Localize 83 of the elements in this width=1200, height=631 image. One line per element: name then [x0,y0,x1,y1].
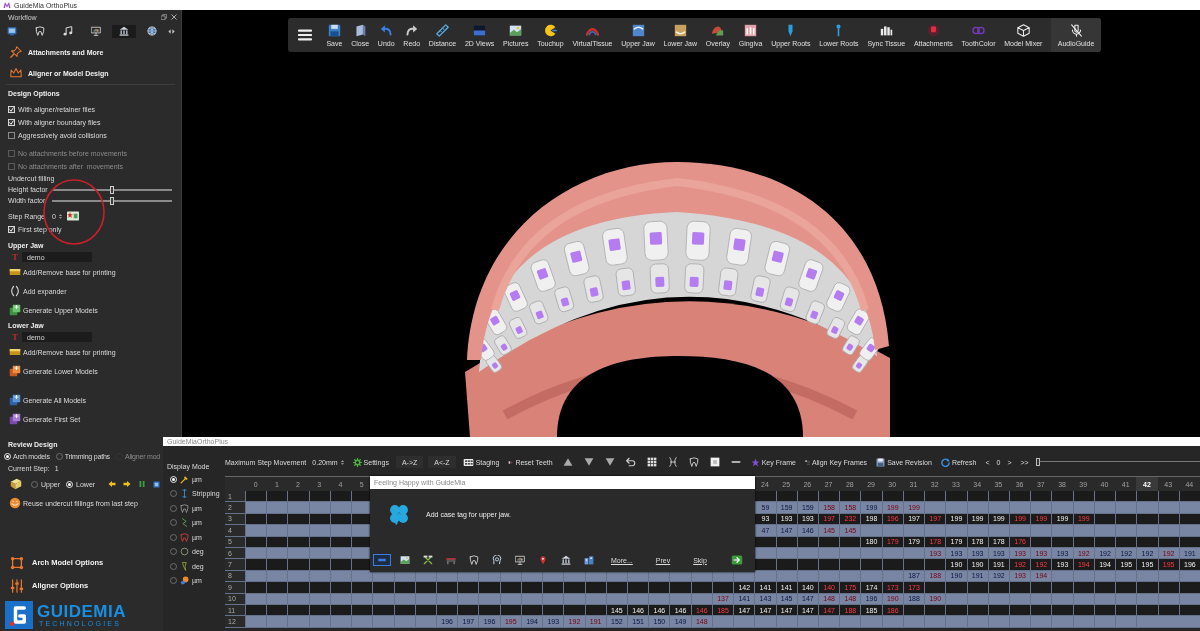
model-tiles-icon [9,304,21,316]
model-tiles-icon [9,394,21,406]
bank-building-icon [119,26,129,36]
undo-icon [379,23,393,37]
dental-model-drawing[interactable] [465,160,890,437]
left-arrow-icon[interactable] [108,480,117,488]
workflow-tab[interactable] [112,24,136,38]
menu-icon [298,28,312,42]
folded-panel-icon [353,23,367,37]
hammer-icon [180,474,189,484]
tooth-icon [180,532,189,542]
tooth-icon [180,503,189,513]
tile-icon[interactable] [153,480,161,488]
model-tiles-icon [9,365,21,377]
frame-icon [10,555,24,570]
zigzag-icon [180,518,189,528]
split-panel-icon [473,23,487,37]
slider-thumb[interactable] [110,185,114,194]
music-note-icon [63,26,73,36]
scroll-arrows-icon[interactable] [168,27,175,35]
slider-thumb[interactable] [110,196,114,205]
timeline-slider-thumb[interactable] [1035,458,1040,466]
smiley-disc-icon [9,497,21,509]
spinner-arrows-icon [339,459,345,465]
tooth-icon [35,26,45,36]
pushpin-icon [10,46,22,58]
up-triangle-icon [562,457,573,467]
block-dot-icon [508,459,514,465]
book-icon[interactable] [10,478,22,490]
logo-wordmark: GUIDEMIA [37,602,126,620]
muted-microphone-icon [1069,23,1083,37]
bars-tile-icon [744,23,758,37]
split-icon [667,457,678,467]
down-triangle-icon [604,457,615,467]
tooth-icon [688,457,699,467]
tag-icon: T [12,332,18,342]
gear-icon [352,457,362,467]
list-icon [804,459,810,465]
monitor-icon [7,26,17,36]
root-icon [180,561,189,571]
square-disc-icon [926,23,940,37]
timeline-slider-track[interactable] [1035,458,1200,466]
bar-icon[interactable] [373,554,391,566]
ring-icon [180,547,189,557]
bracket-pair-icon [9,285,21,297]
restore-icon[interactable] [161,14,167,20]
bars-icon [879,23,893,37]
company-logo-icon [5,601,33,629]
model-tiles-icon [9,413,21,425]
arc-tile-icon [631,23,645,37]
refresh-icon [940,457,950,467]
crown-icon [10,67,22,79]
ingot-icon [9,346,21,358]
checkbox[interactable] [8,132,15,139]
vertical-bar-icon [180,489,189,499]
spinner-arrows-icon [57,213,63,219]
app-logo-icon [3,1,11,9]
tag-icon: T [12,252,18,262]
checkmark-icon [9,120,14,125]
down-triangle-icon [583,457,594,467]
globe-icon [147,26,157,36]
blob-icon [180,576,189,586]
right-arrow-icon[interactable] [123,480,132,488]
close-icon[interactable] [171,14,177,20]
ruler-icon [435,23,449,37]
pause-icon[interactable] [138,480,147,488]
film-strip-icon [462,456,474,468]
forward-arrow-icon[interactable] [731,554,743,566]
cube-icon [1016,23,1030,37]
star-tile-icon[interactable] [66,210,79,222]
ingot-icon [9,266,21,278]
square-icon [709,457,720,467]
presentation-board-icon [91,26,101,36]
checkmark-icon [9,107,14,112]
redo-icon [405,23,419,37]
arc-tile-icon [673,23,687,37]
star-icon [750,457,760,467]
checkmark-icon [9,226,14,232]
sliders-icon [10,578,24,593]
grid-icon [646,457,657,467]
picture-icon [509,23,523,37]
undo-icon [625,457,636,467]
clover-icon [388,503,410,525]
